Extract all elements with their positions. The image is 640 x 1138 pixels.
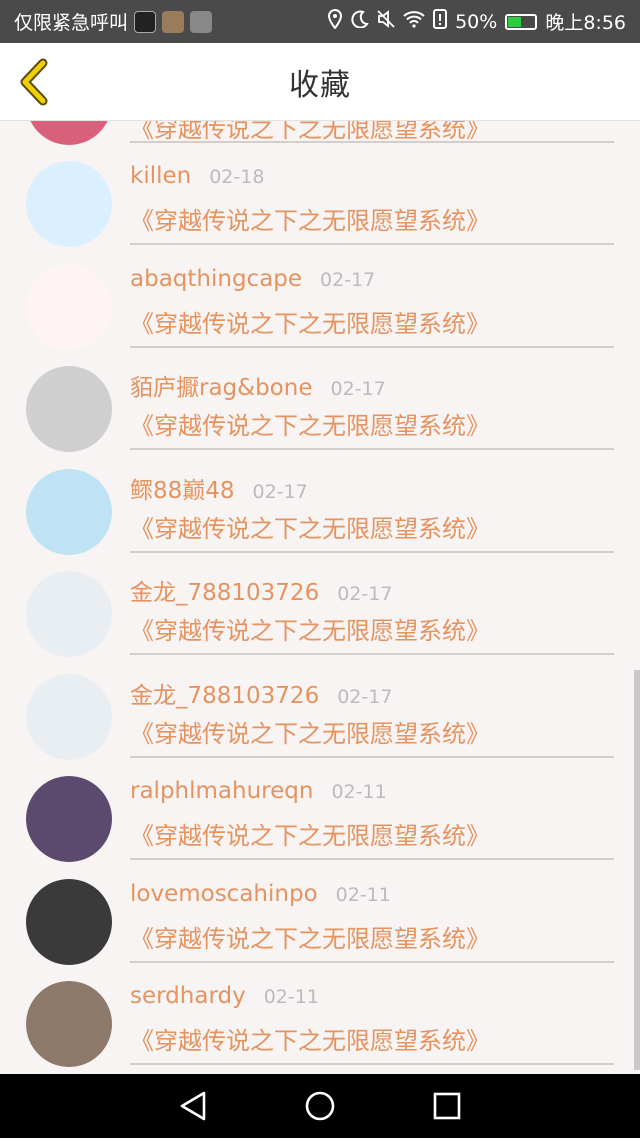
divider (130, 243, 614, 245)
avatar (26, 673, 112, 760)
favorite-date: 02-11 (263, 986, 319, 1008)
app-notification-icon (134, 10, 157, 33)
wifi-icon (403, 10, 425, 33)
divider (130, 858, 614, 860)
divider (130, 1063, 614, 1065)
list-item[interactable]: ralphlmahureqn 02-11 《穿越传说之下之无限愿望系统》 (0, 768, 640, 870)
name-row: 金龙_788103726 02-17 (130, 573, 392, 607)
app-notification-icon (162, 10, 185, 33)
battery-percent: 50% (455, 10, 498, 33)
favorite-date: 02-11 (331, 781, 387, 803)
user-name: 貊庐擫rag&bone (130, 375, 313, 401)
avatar (26, 161, 112, 247)
avatar (26, 878, 112, 965)
divider (130, 755, 614, 758)
novel-title: 《穿越传说之下之无限愿望系统》 (130, 924, 490, 953)
name-row: lovemoscahinpo 02-11 (130, 881, 391, 907)
divider (130, 550, 614, 553)
name-row: killen 02-18 (130, 163, 264, 189)
list-item[interactable]: 金龙_788103726 02-17 《穿越传说之下之无限愿望系统》 (0, 563, 640, 665)
mute-icon (377, 10, 395, 33)
status-bar: 仅限紧急呼叫 50% 晚上8:56 (0, 0, 640, 43)
name-row: 貊庐擫rag&bone 02-17 (130, 368, 386, 402)
user-name: 金龙_788103726 (130, 580, 320, 606)
favorites-list[interactable]: 《穿越传说之下之无限愿望系统》 killen 02-18 《穿越传说之下之无限愿望系… (0, 121, 640, 1074)
novel-title: 《穿越传说之下之无限愿望系统》 (130, 412, 490, 440)
clock: 晚上8:56 (545, 12, 626, 34)
divider (130, 653, 614, 655)
triangle-back-icon (181, 1091, 206, 1121)
avatar (26, 981, 112, 1067)
divider (130, 345, 614, 348)
name-row: abaqthingcape 02-17 (130, 266, 375, 292)
name-row: serdhardy 02-11 (130, 983, 319, 1009)
name-row: 鳏88巅48 02-17 (130, 471, 308, 505)
favorite-date: 02-11 (335, 883, 391, 906)
avatar (26, 263, 112, 350)
back-nav-button[interactable] (173, 1086, 213, 1126)
list-item[interactable]: abaqthingcape 02-17 《穿越传说之下之无限愿望系统》 (0, 256, 640, 358)
name-row: ralphlmahureqn 02-11 (130, 778, 387, 804)
list-item[interactable]: killen 02-18 《穿越传说之下之无限愿望系统》 (0, 153, 640, 255)
list-item[interactable]: 貊庐擫rag&bone 02-17 《穿越传说之下之无限愿望系统》 (0, 358, 640, 460)
novel-title: 《穿越传说之下之无限愿望系统》 (130, 1027, 490, 1055)
list-item[interactable]: lovemoscahinpo 02-11 《穿越传说之下之无限愿望系统》 (0, 871, 640, 973)
alert-icon (433, 9, 448, 34)
user-name: abaqthingcape (130, 265, 303, 292)
home-nav-button[interactable] (300, 1086, 340, 1126)
list-item[interactable]: 鳏88巅48 02-17 《穿越传说之下之无限愿望系统》 (0, 461, 640, 563)
novel-title: 《穿越传说之下之无限愿望系统》 (130, 514, 490, 543)
chevron-left-icon (20, 58, 48, 106)
user-name: killen (130, 163, 192, 189)
list-item[interactable]: 金龙_788103726 02-17 《穿越传说之下之无限愿望系统》 (0, 666, 640, 768)
avatar (26, 121, 112, 145)
user-name: 金龙_788103726 (130, 682, 320, 709)
favorite-date: 02-17 (337, 583, 393, 605)
location-icon (327, 8, 343, 34)
novel-title: 《穿越传说之下之无限愿望系统》 (130, 617, 490, 645)
user-name: lovemoscahinpo (130, 880, 318, 907)
novel-title: 《穿越传说之下之无限愿望系统》 (130, 207, 490, 235)
back-button[interactable] (10, 55, 60, 109)
novel-title: 《穿越传说之下之无限愿望系统》 (130, 719, 490, 748)
novel-title: 《穿越传说之下之无限愿望系统》 (130, 309, 490, 338)
carrier-text: 仅限紧急呼叫 (14, 12, 129, 34)
favorite-date: 02-17 (330, 378, 386, 400)
list-item-partial[interactable]: 《穿越传说之下之无限愿望系统》 (0, 121, 640, 145)
square-recents-icon (433, 1092, 460, 1120)
circle-home-icon (305, 1091, 335, 1121)
scrollbar[interactable] (634, 670, 640, 1070)
navigation-bar (0, 1074, 640, 1138)
avatar (26, 366, 112, 452)
novel-title: 《穿越传说之下之无限愿望系统》 (130, 822, 490, 850)
divider (130, 141, 614, 143)
favorite-date: 02-17 (337, 685, 393, 708)
page-title: 收藏 (289, 67, 351, 103)
name-row: 金龙_788103726 02-17 (130, 676, 392, 710)
avatar (26, 776, 112, 862)
user-name: serdhardy (130, 983, 246, 1009)
list-item[interactable]: serdhardy 02-11 《穿越传说之下之无限愿望系统》 (0, 973, 640, 1074)
avatar (26, 468, 112, 555)
header: 收藏 (0, 43, 640, 121)
recents-nav-button[interactable] (427, 1086, 467, 1126)
user-name: 鳏88巅48 (130, 477, 235, 504)
app-notification-icon (190, 10, 213, 33)
battery-icon (505, 13, 538, 30)
favorite-date: 02-17 (252, 480, 308, 503)
divider (130, 448, 614, 450)
favorite-date: 02-18 (209, 166, 265, 188)
avatar (26, 571, 112, 657)
favorite-date: 02-17 (320, 268, 376, 291)
user-name: ralphlmahureqn (130, 778, 314, 804)
do-not-disturb-icon (351, 10, 369, 33)
divider (130, 960, 614, 963)
